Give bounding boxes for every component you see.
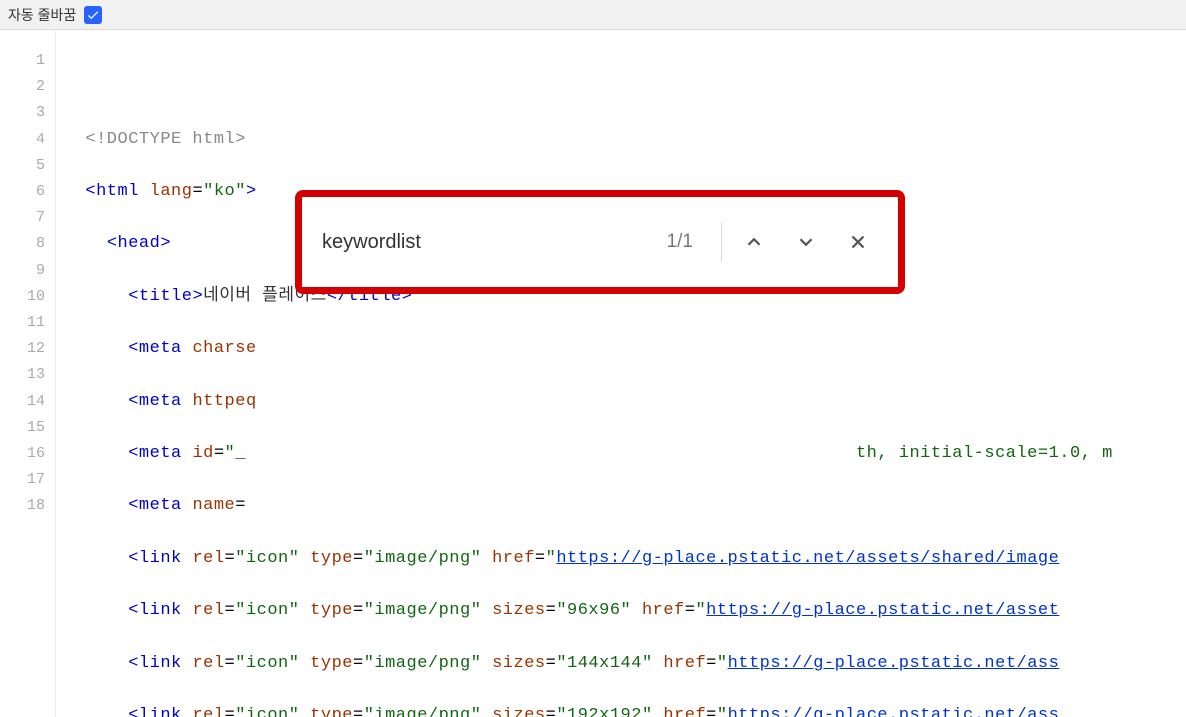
code-line: <link rel="icon" type="image/png" sizes=… [64,598,1186,624]
find-close-button[interactable] [838,222,878,262]
line-gutter: 1 2 3 4 5 6 7 8 9 10 11 12 13 14 15 16 1… [0,30,56,717]
line-number: 6 [0,179,45,205]
line-number: 5 [0,153,45,179]
find-bar: 1/1 [302,197,898,287]
code-line: <meta httpeq [64,389,1186,415]
line-number: 10 [0,284,45,310]
code-editor: 1 2 3 4 5 6 7 8 9 10 11 12 13 14 15 16 1… [0,30,1186,717]
find-next-button[interactable] [786,222,826,262]
code-line: <meta name= [64,493,1186,519]
line-number: 4 [0,127,45,153]
check-icon [86,8,100,22]
find-count: 1/1 [667,231,709,253]
code-line: <!DOCTYPE html> [64,127,1186,153]
line-number: 18 [0,493,45,519]
wordwrap-checkbox[interactable] [84,6,102,24]
toolbar: 자동 줄바꿈 [0,0,1186,30]
find-input[interactable] [322,231,655,254]
line-number: 14 [0,389,45,415]
find-divider [721,222,722,262]
chevron-up-icon [743,231,765,253]
line-number: 8 [0,231,45,257]
code-line: <link rel="icon" type="image/png" sizes=… [64,651,1186,677]
line-number: 9 [0,258,45,284]
line-number: 17 [0,467,45,493]
code-line: <meta id="_ th, initial-scale=1.0, m [64,441,1186,467]
line-number: 11 [0,310,45,336]
line-number: 2 [0,74,45,100]
wordwrap-label: 자동 줄바꿈 [8,5,76,25]
find-prev-button[interactable] [734,222,774,262]
code-line: <link rel="icon" type="image/png" href="… [64,546,1186,572]
line-number: 13 [0,362,45,388]
chevron-down-icon [795,231,817,253]
close-icon [847,231,869,253]
code-content[interactable]: <!DOCTYPE html> <html lang="ko"> <head> … [56,30,1186,717]
line-number: 3 [0,100,45,126]
line-number: 16 [0,441,45,467]
find-bar-highlight: 1/1 [295,190,905,294]
line-number: 12 [0,336,45,362]
line-number: 15 [0,415,45,441]
line-number: 7 [0,205,45,231]
code-line: <meta charse [64,336,1186,362]
line-number: 1 [0,48,45,74]
code-line: <link rel="icon" type="image/png" sizes=… [64,703,1186,717]
code-line [64,74,1186,100]
